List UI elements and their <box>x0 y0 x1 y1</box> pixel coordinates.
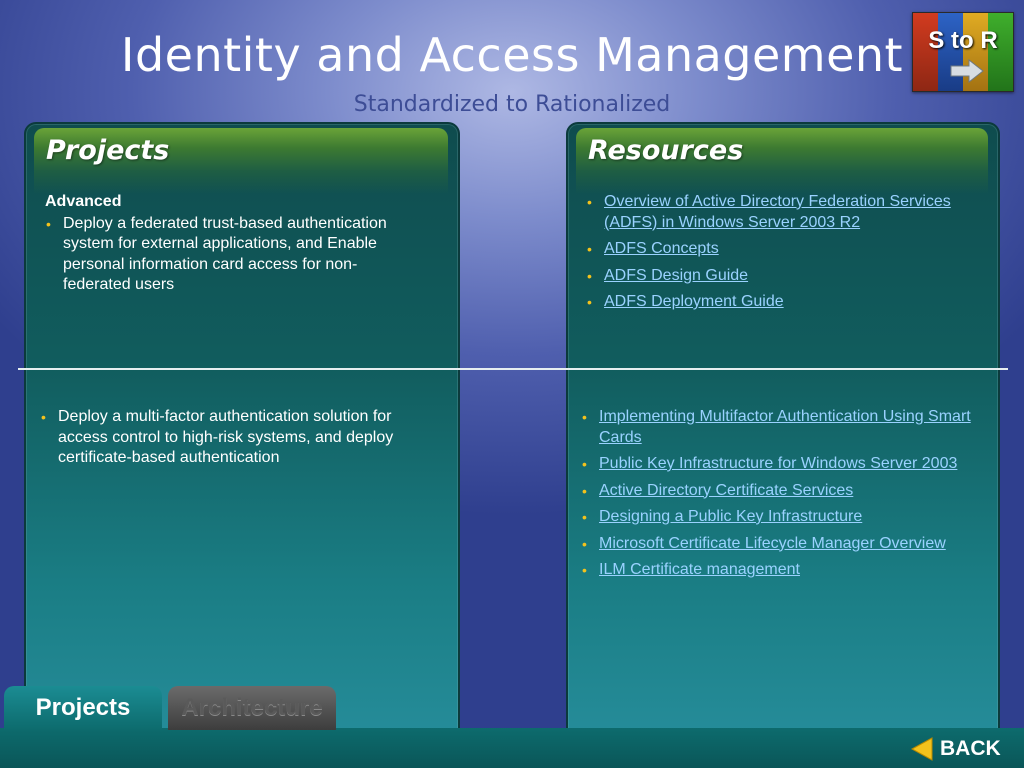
projects-advanced-section: Advanced Deploy a federated trust-based … <box>45 192 415 296</box>
resource-list-item: ILM Certificate management <box>581 560 986 581</box>
resources-top-links: Overview of Active Directory Federation … <box>586 192 981 319</box>
arrow-right-icon <box>950 59 984 83</box>
resource-link-ilm-certificate-management[interactable]: ILM Certificate management <box>599 561 800 578</box>
resource-link-adfs-design-guide[interactable]: ADFS Design Guide <box>604 267 748 284</box>
s-to-r-logo[interactable]: S to R <box>912 12 1014 92</box>
resource-list-item: ADFS Concepts <box>586 239 981 260</box>
resource-link-adfs-overview[interactable]: Overview of Active Directory Federation … <box>604 193 951 231</box>
back-button[interactable]: BACK <box>910 736 1001 762</box>
page-title: Identity and Access Management <box>120 28 904 82</box>
resource-link-pki-windows-2003[interactable]: Public Key Infrastructure for Windows Se… <box>599 455 957 472</box>
resource-link-adfs-concepts[interactable]: ADFS Concepts <box>604 240 719 257</box>
projects-panel-header: Projects <box>34 128 448 194</box>
resources-panel-header: Resources <box>576 128 988 194</box>
project-item: Deploy a federated trust-based authentic… <box>45 214 415 296</box>
resources-bottom-links: Implementing Multifactor Authentication … <box>581 407 986 587</box>
resource-link-multifactor-smart-cards[interactable]: Implementing Multifactor Authentication … <box>599 408 971 446</box>
resource-list-item: ADFS Design Guide <box>586 266 981 287</box>
projects-panel-label: Projects <box>46 135 170 166</box>
resource-list-item: Public Key Infrastructure for Windows Se… <box>581 454 986 475</box>
project-item: Deploy a multi-factor authentication sol… <box>40 407 425 469</box>
resource-list-item: Implementing Multifactor Authentication … <box>581 407 986 448</box>
tab-projects[interactable]: Projects <box>4 686 162 730</box>
projects-advanced-heading: Advanced <box>45 193 122 210</box>
section-divider <box>18 368 1008 370</box>
triangle-left-icon <box>910 737 933 761</box>
page-subtitle: Standardized to Rationalized <box>353 92 671 117</box>
logo-text: S to R <box>928 27 998 54</box>
back-label: BACK <box>940 737 1001 760</box>
tab-architecture[interactable]: Architecture <box>168 686 336 730</box>
bottom-tab-bar <box>0 728 1024 768</box>
resource-link-adfs-deployment-guide[interactable]: ADFS Deployment Guide <box>604 293 784 310</box>
resource-list-item: Overview of Active Directory Federation … <box>586 192 981 233</box>
projects-lower-section: Deploy a multi-factor authentication sol… <box>40 407 425 469</box>
resource-list-item: Microsoft Certificate Lifecycle Manager … <box>581 534 986 555</box>
resource-link-certificate-lifecycle-manager[interactable]: Microsoft Certificate Lifecycle Manager … <box>599 535 946 552</box>
resource-list-item: Active Directory Certificate Services <box>581 481 986 502</box>
resource-list-item: ADFS Deployment Guide <box>586 292 981 313</box>
resources-panel-label: Resources <box>588 135 744 166</box>
resource-list-item: Designing a Public Key Infrastructure <box>581 507 986 528</box>
resource-link-ad-certificate-services[interactable]: Active Directory Certificate Services <box>599 482 853 499</box>
resource-link-designing-pki[interactable]: Designing a Public Key Infrastructure <box>599 508 862 525</box>
